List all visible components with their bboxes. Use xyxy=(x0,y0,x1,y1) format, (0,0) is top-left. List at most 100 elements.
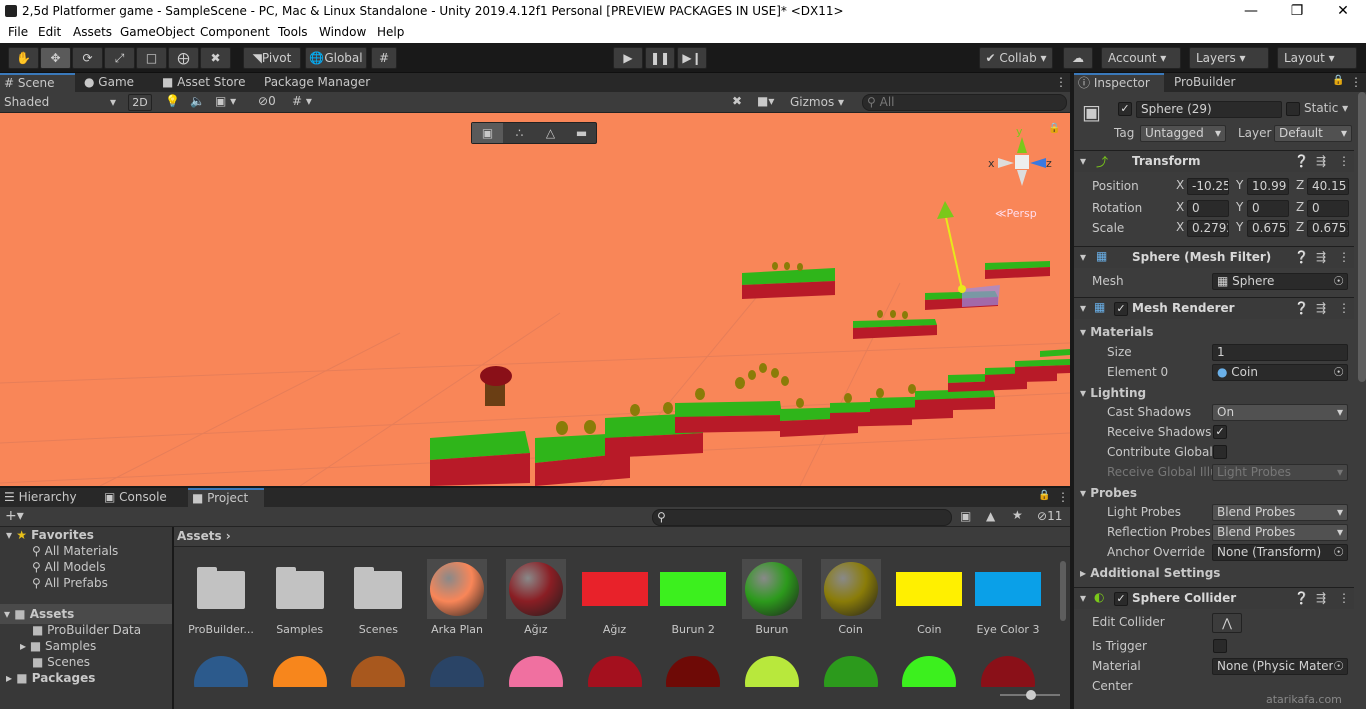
tree-item-all-prefabs[interactable]: ⚲ All Prefabs xyxy=(32,573,108,593)
static-checkbox[interactable] xyxy=(1286,102,1300,116)
grid-toggle-icon[interactable]: # ▾ xyxy=(292,94,312,108)
transform-sy-field[interactable]: 0.6751 xyxy=(1247,220,1289,237)
assets-breadcrumb[interactable]: Assets › xyxy=(174,527,1070,547)
filter-type-icon[interactable]: ▣ xyxy=(960,509,971,523)
asset-item[interactable]: Scenes xyxy=(339,559,417,639)
menu-tools[interactable]: Tools xyxy=(278,25,308,39)
menu-help[interactable]: Help xyxy=(377,25,404,39)
asset-thumbnail[interactable] xyxy=(506,653,566,687)
axis-z-label[interactable]: Z xyxy=(1296,178,1304,192)
lock-icon[interactable]: 🔒 xyxy=(1332,75,1344,86)
lock-icon[interactable]: 🔒 xyxy=(1038,490,1050,501)
inspector-scrollbar[interactable] xyxy=(1358,92,1366,382)
menu-gameobject[interactable]: GameObject xyxy=(120,25,195,39)
tag-dropdown[interactable]: Untagged ▾ xyxy=(1140,125,1226,142)
shading-dropdown[interactable]: Shaded ▾ xyxy=(4,94,120,111)
hidden-packages-icon[interactable]: ⊘11 xyxy=(1037,509,1062,523)
transform-tool-button[interactable]: ⨁ xyxy=(168,47,199,69)
asset-item[interactable]: ProBuilder... xyxy=(182,559,260,639)
lock-icon[interactable]: 🔒 xyxy=(1048,123,1060,134)
edit-collider-button[interactable]: ⋀ xyxy=(1212,613,1242,633)
minimize-button[interactable]: — xyxy=(1228,0,1274,23)
axis-z-label[interactable]: Z xyxy=(1296,200,1304,214)
mesh-renderer-header[interactable]: ▾ ▦ ✓ Mesh Renderer ❔ ⇶ ⋮ xyxy=(1074,297,1354,319)
menu-component[interactable]: Component xyxy=(200,25,270,39)
collider-material-field[interactable]: None (Physic Materi ☉ xyxy=(1212,658,1348,675)
preset-icon[interactable]: ⇶ xyxy=(1316,591,1326,605)
pivot-button[interactable]: ◥Pivot xyxy=(243,47,301,69)
element0-field[interactable]: ● Coin ☉ xyxy=(1212,364,1348,381)
scene-view[interactable]: ▣ ∴ △ ▬ y z x ≪Persp 🔒 xyxy=(0,113,1070,486)
axis-x-label[interactable]: X xyxy=(1176,220,1184,234)
step-button[interactable]: ▶❙ xyxy=(677,47,707,69)
asset-thumbnail[interactable] xyxy=(899,653,959,687)
layer-dropdown[interactable]: Default ▾ xyxy=(1274,125,1352,142)
filter-label-icon[interactable]: ▲ xyxy=(986,509,995,523)
project-search-input[interactable]: ⚲ xyxy=(652,509,952,526)
transform-px-field[interactable]: -10.25 xyxy=(1187,178,1229,195)
maximize-button[interactable]: ❐ xyxy=(1274,0,1320,23)
create-button[interactable]: +▾ xyxy=(5,508,24,524)
is-trigger-checkbox[interactable] xyxy=(1213,639,1227,653)
2d-toggle[interactable]: 2D xyxy=(128,94,152,111)
tab-console[interactable]: ▣ Console xyxy=(100,488,180,507)
cloud-button[interactable]: ☁ xyxy=(1063,47,1093,69)
tab-scene[interactable]: # Scene xyxy=(0,73,75,92)
transform-sx-field[interactable]: 0.2792 xyxy=(1187,220,1229,237)
help-icon[interactable]: ❔ xyxy=(1294,301,1309,315)
tab-inspector[interactable]: ⓘ Inspector xyxy=(1074,73,1164,92)
tab-probuilder[interactable]: ProBuilder xyxy=(1170,73,1250,92)
help-icon[interactable]: ❔ xyxy=(1294,591,1309,605)
global-button[interactable]: 🌐Global xyxy=(305,47,367,69)
move-tool-button[interactable]: ✥ xyxy=(40,47,71,69)
orientation-gizmo[interactable]: y z x ≪Persp xyxy=(988,125,1058,220)
light-probes-dropdown[interactable]: Blend Probes ▾ xyxy=(1212,504,1348,521)
reflection-probes-dropdown[interactable]: Blend Probes ▾ xyxy=(1212,524,1348,541)
preset-icon[interactable]: ⇶ xyxy=(1316,250,1326,264)
more-options-icon[interactable]: ⋮ xyxy=(1350,75,1362,89)
zoom-slider-handle[interactable] xyxy=(1026,690,1036,700)
gizmos-dropdown[interactable]: Gizmos ▾ xyxy=(790,95,844,109)
hidden-objects-icon[interactable]: ⊘0 xyxy=(258,94,276,108)
menu-assets[interactable]: Assets xyxy=(73,25,112,39)
axis-y-label[interactable]: Y xyxy=(1236,200,1243,214)
asset-thumbnail[interactable] xyxy=(427,653,487,687)
layout-button[interactable]: Layout ▾ xyxy=(1277,47,1357,69)
receive-shadows-checkbox[interactable]: ✓ xyxy=(1213,425,1227,439)
asset-item[interactable]: Eye Color 3 xyxy=(969,559,1047,639)
tab-project[interactable]: ■ Project xyxy=(188,488,264,507)
pause-button[interactable]: ❚❚ xyxy=(645,47,675,69)
materials-foldout[interactable]: ▾ Materials xyxy=(1080,322,1154,342)
transform-rx-field[interactable]: 0 xyxy=(1187,200,1229,217)
favorite-star-icon[interactable]: ★ xyxy=(1012,508,1023,522)
object-picker-icon[interactable]: ☉ xyxy=(1333,274,1344,289)
asset-item[interactable]: Ağız xyxy=(497,559,575,639)
contribute-gi-checkbox[interactable] xyxy=(1213,445,1227,459)
asset-thumbnail[interactable] xyxy=(742,653,802,687)
custom-tool-button[interactable]: ✖ xyxy=(200,47,231,69)
menu-file[interactable]: File xyxy=(8,25,28,39)
mesh-renderer-enabled-checkbox[interactable]: ✓ xyxy=(1114,302,1128,316)
object-picker-icon[interactable]: ☉ xyxy=(1333,545,1344,560)
tree-packages[interactable]: ▸ ■ Packages xyxy=(6,668,95,688)
asset-thumbnail[interactable] xyxy=(978,653,1038,687)
object-name-field[interactable]: Sphere (29) xyxy=(1136,101,1282,118)
layers-button[interactable]: Layers ▾ xyxy=(1189,47,1269,69)
grid-snap-button[interactable]: # xyxy=(371,47,397,69)
asset-thumbnail[interactable] xyxy=(585,653,645,687)
asset-item[interactable]: Samples xyxy=(261,559,339,639)
axis-y-label[interactable]: Y xyxy=(1236,220,1243,234)
audio-icon[interactable]: 🔈 xyxy=(190,94,205,108)
active-checkbox[interactable]: ✓ xyxy=(1118,102,1132,116)
tab-hierarchy[interactable]: ☰ Hierarchy xyxy=(0,488,80,507)
scale-tool-button[interactable]: ⤢ xyxy=(104,47,135,69)
hand-tool-button[interactable]: ✋ xyxy=(8,47,39,69)
close-button[interactable]: ✕ xyxy=(1320,0,1366,23)
vertical-scrollbar[interactable] xyxy=(1060,561,1066,621)
tab-asset-store[interactable]: ■ Asset Store xyxy=(158,73,248,92)
zoom-slider[interactable] xyxy=(1000,690,1060,700)
more-options-icon[interactable]: ⋮ xyxy=(1338,154,1350,168)
asset-thumbnail[interactable] xyxy=(270,653,330,687)
more-options-icon[interactable]: ⋮ xyxy=(1055,75,1067,89)
axis-x-label[interactable]: X xyxy=(1176,178,1184,192)
